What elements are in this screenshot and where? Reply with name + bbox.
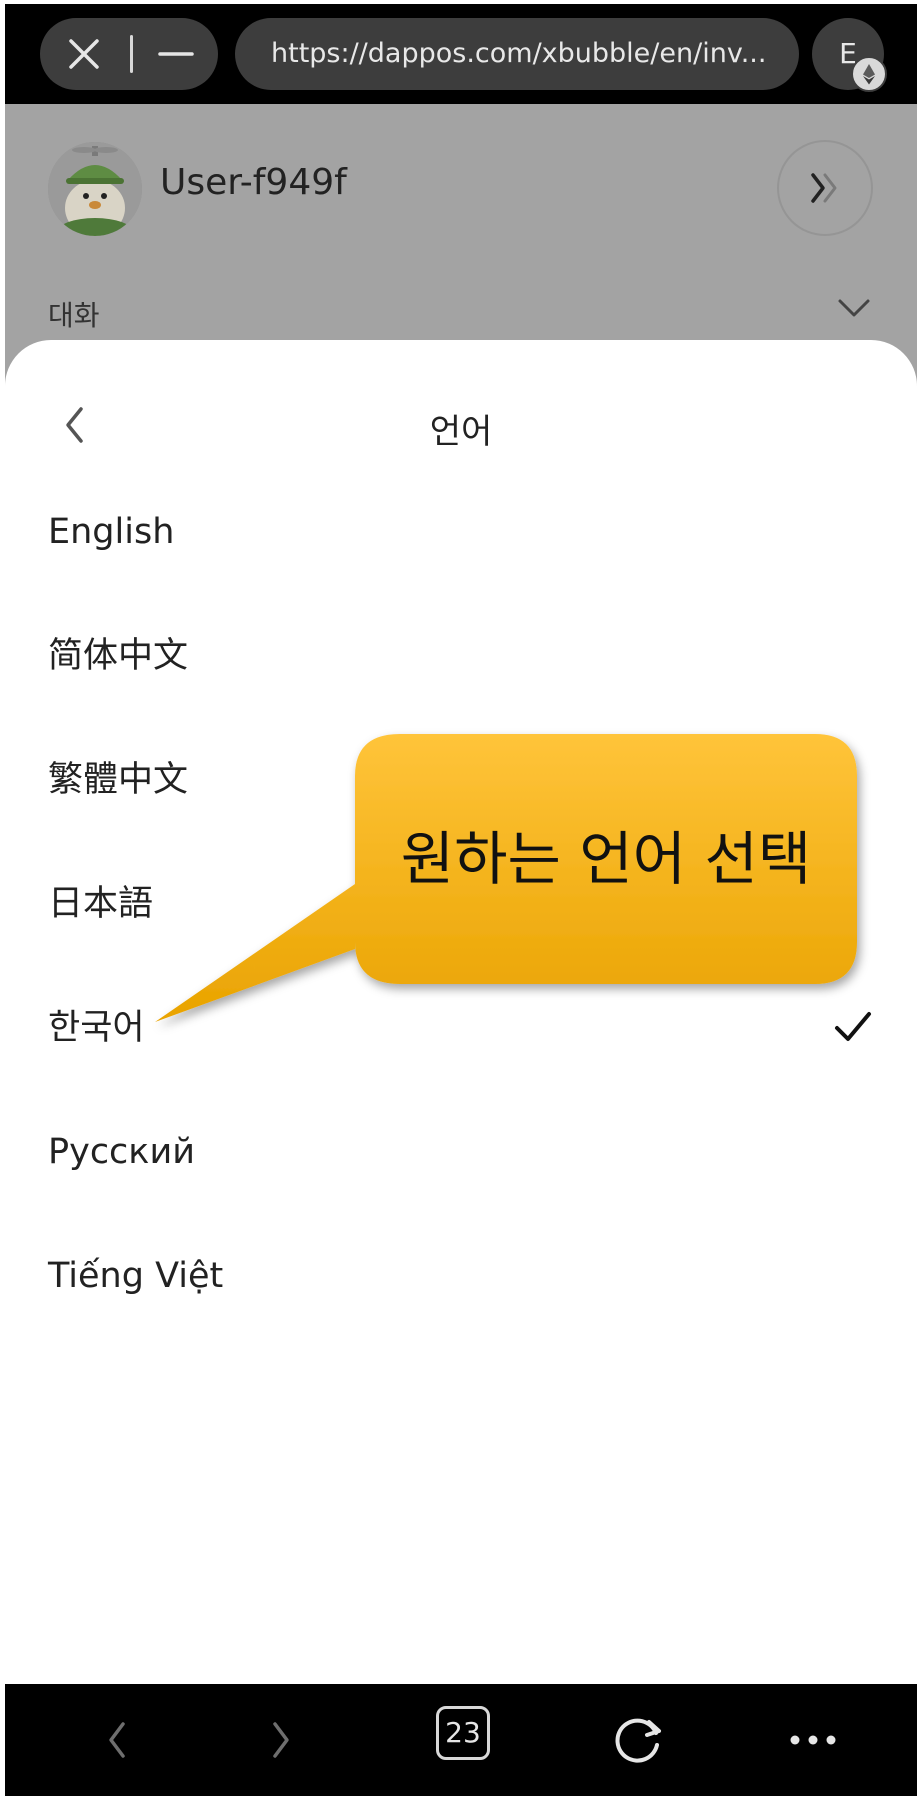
browser-bottom-bar: 23 [5, 1684, 917, 1796]
chevron-down-icon[interactable] [837, 296, 871, 320]
avatar-image [48, 142, 142, 236]
window-controls [40, 18, 218, 90]
nav-back-button[interactable] [77, 1700, 157, 1780]
address-bar[interactable]: https://dappos.com/xbubble/en/inv... [235, 18, 799, 90]
language-item-vietnamese[interactable]: Tiếng Việt [5, 1221, 917, 1331]
close-button[interactable] [40, 18, 128, 90]
minimize-icon [158, 52, 194, 56]
language-label: 繁體中文 [48, 760, 189, 800]
reload-icon [615, 1718, 661, 1763]
language-item-traditional-chinese[interactable]: 繁體中文 [5, 725, 917, 835]
close-icon [69, 39, 99, 69]
language-label: 한국어 [48, 1008, 145, 1048]
browser-top-bar: https://dappos.com/xbubble/en/inv... E [5, 4, 917, 104]
language-label: Tiếng Việt [48, 1256, 224, 1296]
language-label: English [48, 512, 175, 552]
controls-divider [130, 35, 133, 73]
language-item-english[interactable]: English [5, 477, 917, 587]
language-item-simplified-chinese[interactable]: 简体中文 [5, 601, 917, 711]
more-icon [790, 1735, 836, 1745]
minimize-button[interactable] [136, 18, 218, 90]
language-label: Русский [48, 1132, 195, 1172]
double-chevron-right-icon [811, 173, 837, 203]
reload-button[interactable] [599, 1700, 679, 1780]
check-icon [835, 1012, 871, 1041]
screen: https://dappos.com/xbubble/en/inv... E U… [5, 4, 917, 1796]
language-item-russian[interactable]: Русский [5, 1097, 917, 1207]
ethereum-icon [851, 56, 887, 92]
language-label: 日本語 [48, 884, 154, 924]
tab-count: 23 [445, 1716, 481, 1749]
sheet-title: 언어 [429, 412, 493, 452]
chevron-left-icon [109, 1722, 125, 1758]
language-item-japanese[interactable]: 日本語 [5, 849, 917, 959]
language-item-korean[interactable]: 한국어 [5, 973, 917, 1083]
username: User-f949f [160, 162, 347, 203]
chevron-right-icon [273, 1722, 289, 1758]
tabs-button[interactable]: 23 [436, 1706, 490, 1760]
nav-forward-button[interactable] [241, 1700, 321, 1780]
language-sheet: 언어 English 简体中文 繁體中文 日本語 한국어 Русский Tiế… [5, 340, 917, 1692]
language-label: 简体中文 [48, 636, 189, 676]
conversation-label: 대화 [48, 299, 100, 332]
next-button[interactable] [777, 140, 873, 236]
more-button[interactable] [773, 1700, 853, 1780]
avatar [48, 142, 142, 236]
